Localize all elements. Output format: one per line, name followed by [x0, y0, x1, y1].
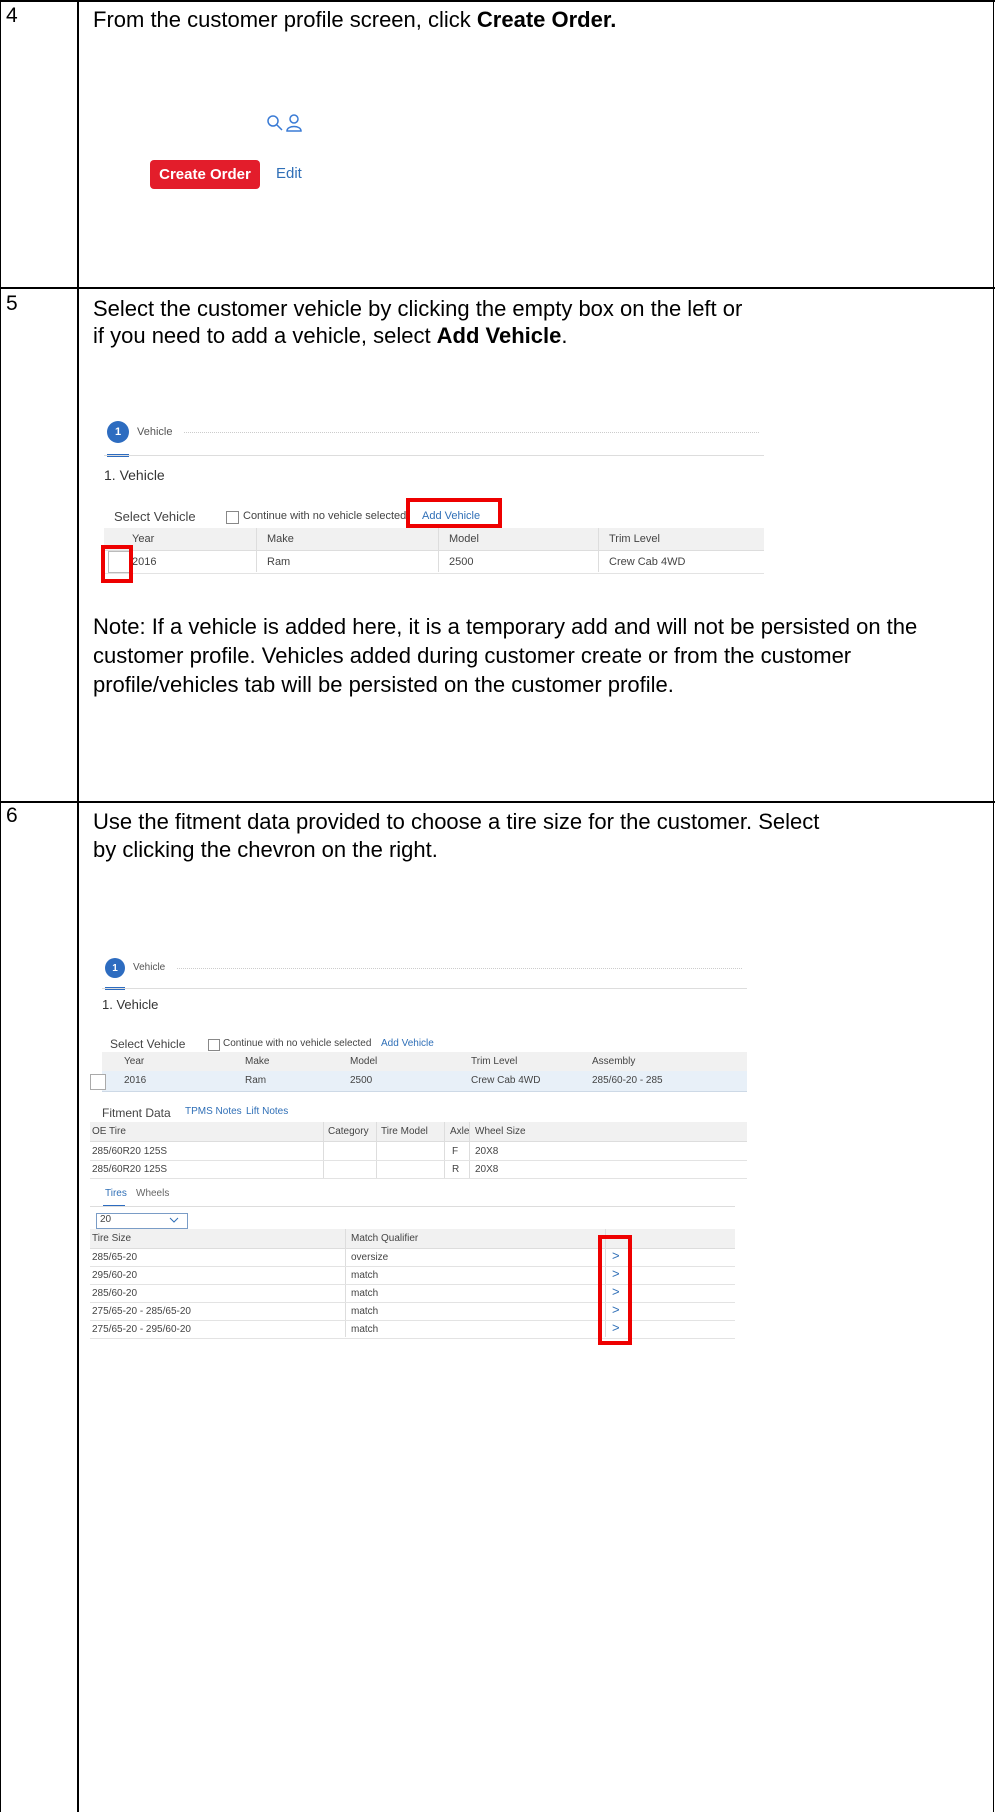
search-icon[interactable]	[266, 114, 284, 132]
vehicle-screenshot-2: 1 Vehicle 1. Vehicle Select Vehicle Cont…	[90, 955, 747, 1375]
table-cell: match	[351, 1324, 379, 1335]
column-header: Trim Level	[609, 533, 660, 545]
vehicle-screenshot-1: 1 Vehicle 1. Vehicle Select Vehicle Cont…	[101, 418, 764, 583]
column-header: Trim Level	[471, 1056, 518, 1067]
instruction-table	[0, 0, 994, 1812]
create-order-button[interactable]: Create Order	[150, 160, 260, 189]
table-cell: 2016	[132, 556, 157, 568]
table-cell: match	[351, 1306, 379, 1317]
table-cell: 285/60-20 - 285	[592, 1075, 663, 1086]
continue-label: Continue with no vehicle selected	[223, 1038, 372, 1049]
edit-link[interactable]: Edit	[276, 165, 302, 182]
select-vehicle-label: Select Vehicle	[114, 509, 196, 524]
column-header: Model	[350, 1056, 378, 1067]
chevron-down-icon	[169, 1217, 179, 1223]
step-number: 4	[6, 4, 18, 27]
continue-no-vehicle-checkbox[interactable]	[226, 511, 239, 524]
table-cell: 285/65-20	[92, 1252, 138, 1263]
table-cell: Ram	[245, 1075, 267, 1086]
table-cell: 275/65-20 - 285/65-20	[92, 1306, 191, 1317]
table-cell: Ram	[267, 556, 291, 568]
table-cell: Crew Cab 4WD	[609, 556, 686, 568]
step-instruction: From the customer profile screen, click …	[93, 7, 617, 32]
highlight-add-vehicle	[406, 498, 502, 528]
table-cell: 2500	[449, 556, 474, 568]
lift-notes-link[interactable]: Lift Notes	[246, 1106, 288, 1117]
continue-no-vehicle-checkbox[interactable]	[208, 1039, 220, 1051]
table-cell: oversize	[351, 1252, 389, 1263]
column-header: Year	[132, 533, 155, 545]
table-cell: Crew Cab 4WD	[471, 1075, 541, 1086]
vehicle-row-checkbox[interactable]	[90, 1074, 106, 1090]
step-number: 6	[6, 804, 18, 827]
table-cell: 285/60-20	[92, 1288, 138, 1299]
highlight-vehicle-checkbox	[101, 545, 133, 583]
table-cell: 285/60R20 125S	[92, 1146, 168, 1157]
column-header: Make	[245, 1056, 270, 1067]
step-instruction: Select the customer vehicle by clicking …	[93, 296, 743, 348]
table-cell: F	[452, 1146, 459, 1157]
row-border-6	[0, 801, 995, 803]
column-header: Make	[267, 533, 294, 545]
column-header: Match Qualifier	[351, 1233, 419, 1244]
step-badge: 1	[105, 958, 125, 978]
tab-tires[interactable]: Tires	[105, 1188, 127, 1199]
step-badge-label: Vehicle	[137, 426, 173, 438]
table-cell: match	[351, 1288, 379, 1299]
table-cell: R	[452, 1164, 460, 1175]
column-header: Wheel Size	[475, 1126, 526, 1137]
column-header: OE Tire	[92, 1126, 126, 1137]
select-value: 20	[100, 1214, 112, 1225]
select-vehicle-label: Select Vehicle	[110, 1037, 186, 1051]
note-text: Note: If a vehicle is added here, it is …	[93, 614, 918, 697]
column-header: Category	[328, 1126, 369, 1137]
step-badge: 1	[107, 421, 129, 443]
row-border-5	[0, 287, 995, 289]
table-cell: 20X8	[475, 1164, 499, 1175]
section-title: 1. Vehicle	[102, 997, 159, 1012]
column-header: Axle	[450, 1126, 470, 1137]
fitment-data-title: Fitment Data	[102, 1106, 171, 1120]
user-icon[interactable]	[285, 113, 303, 133]
step-number: 5	[6, 292, 18, 315]
column-header: Assembly	[592, 1056, 636, 1067]
tpms-notes-link[interactable]: TPMS Notes	[185, 1106, 242, 1117]
table-cell: 2016	[124, 1075, 147, 1086]
table-cell: match	[351, 1270, 379, 1281]
add-vehicle-link[interactable]: Add Vehicle	[381, 1038, 434, 1049]
continue-label: Continue with no vehicle selected	[243, 510, 407, 522]
table-cell: 275/65-20 - 295/60-20	[92, 1324, 191, 1335]
table-cell: 2500	[350, 1075, 373, 1086]
column-header: Year	[124, 1056, 145, 1067]
column-divider	[77, 0, 79, 1812]
step-instruction: Use the fitment data provided to choose …	[93, 809, 820, 862]
section-title: 1. Vehicle	[104, 467, 165, 483]
step-badge-label: Vehicle	[133, 962, 166, 973]
row-border-top	[0, 0, 995, 2]
tab-wheels[interactable]: Wheels	[136, 1188, 169, 1199]
column-header: Tire Model	[381, 1126, 428, 1137]
table-cell: 20X8	[475, 1146, 499, 1157]
table-cell: 295/60-20	[92, 1270, 138, 1281]
table-cell: 285/60R20 125S	[92, 1164, 168, 1175]
column-header: Tire Size	[92, 1233, 132, 1244]
highlight-chevrons	[598, 1235, 632, 1345]
column-header: Model	[449, 533, 479, 545]
